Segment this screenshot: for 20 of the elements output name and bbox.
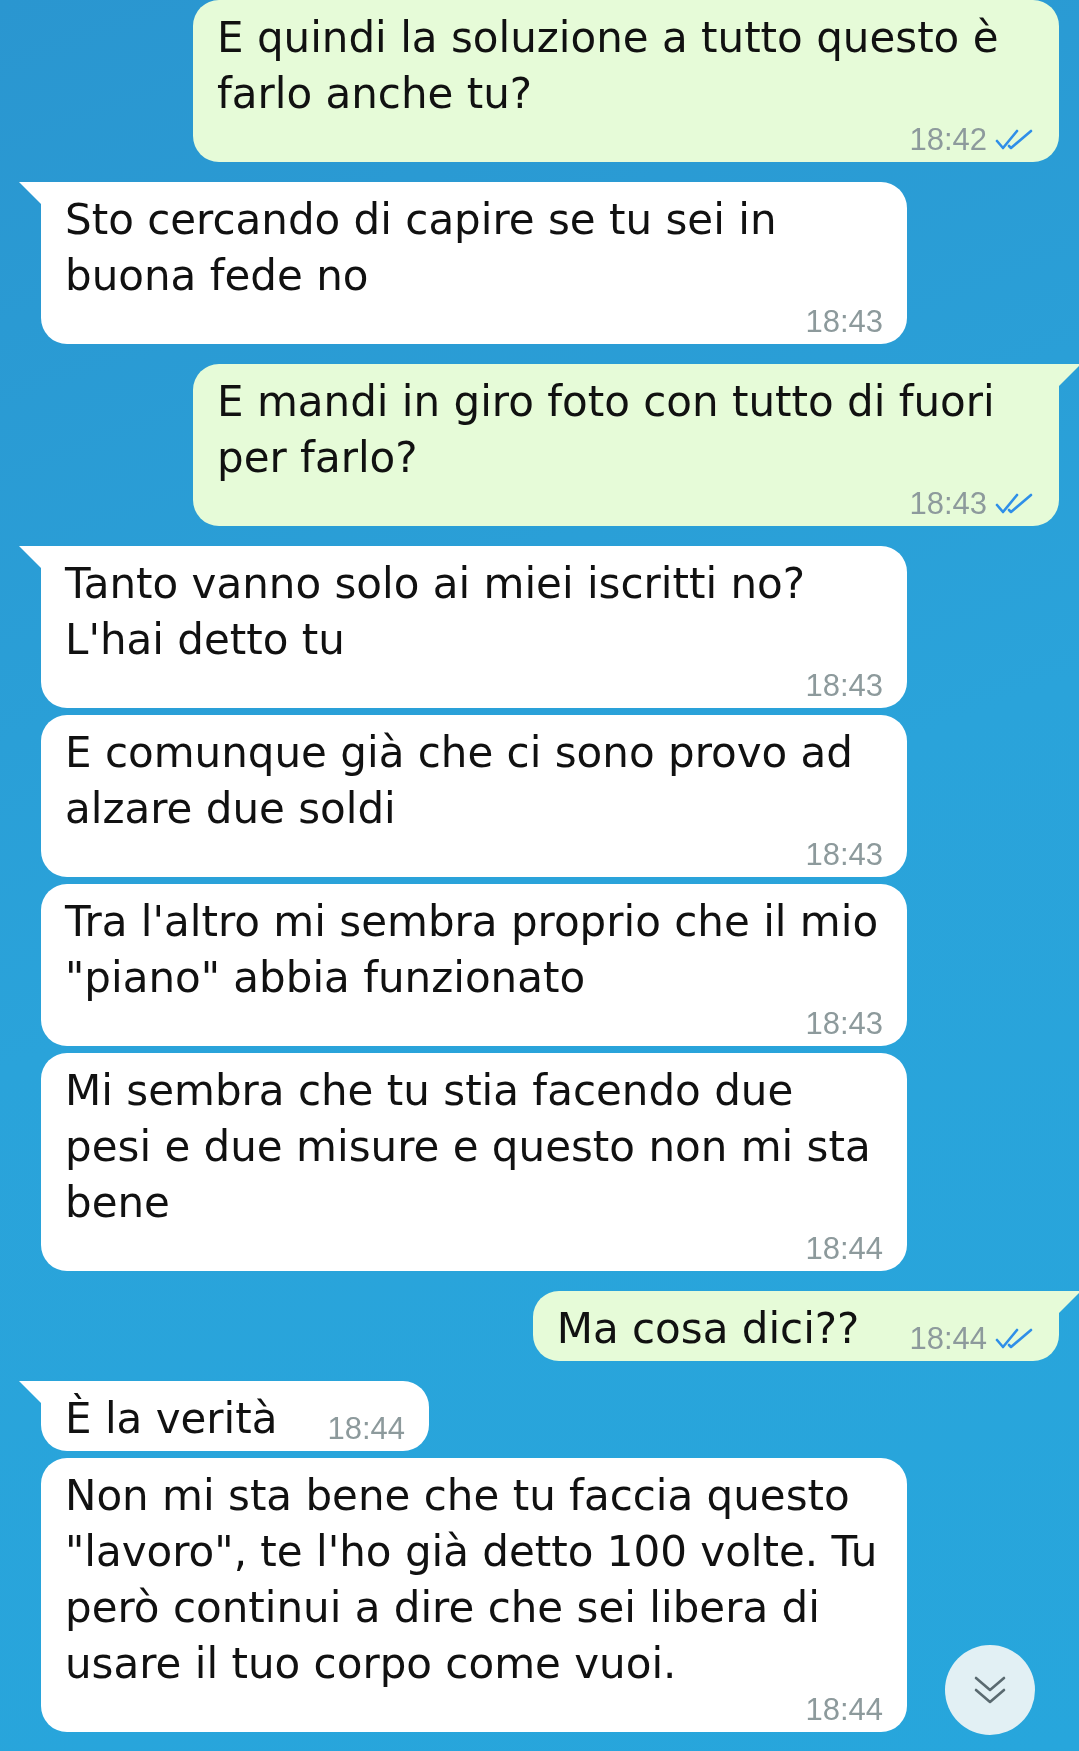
message-text: Mi sembra che tu stia facendo due pesi e due misure e questo non mi sta bene	[65, 1065, 872, 1229]
message-time: 18:43	[805, 304, 883, 340]
message-text: Tra l'altro mi sembra proprio che il mio "piano" abbia funzionato	[65, 896, 880, 1004]
message-time: 18:43	[805, 668, 883, 704]
message-time: 18:43	[805, 837, 883, 873]
message-time: 18:43	[909, 486, 987, 522]
message-time: 18:44	[327, 1411, 406, 1447]
message-text: Tanto vanno solo ai miei iscritti no? L'hai detto tu	[65, 558, 807, 666]
message-text: E comunque già che ci sono provo ad alzare due soldi	[65, 727, 854, 835]
message-text: E quindi la soluzione a tutto questo è farlo anche tu?	[217, 12, 1000, 120]
message-text: Non mi sta bene che tu faccia questo "lavoro", te l'ho già detto 100 volte. Tu però continui a dire che sei libera di usare il tuo corpo come vuoi.	[65, 1470, 879, 1690]
message-time: 18:43	[805, 1006, 883, 1042]
message-text: È la verità	[65, 1392, 278, 1445]
message-text: Sto cercando di capire se tu sei in buona fede no	[65, 194, 778, 302]
message-time: 18:44	[805, 1692, 883, 1728]
message-time: 18:42	[909, 122, 987, 158]
message-text: Ma cosa dici??	[556, 1303, 860, 1355]
message-text: E mandi in giro foto con tutto di fuori per farlo?	[217, 376, 996, 484]
message-time: 18:44	[909, 1321, 987, 1357]
message-time: 18:44	[805, 1231, 883, 1267]
